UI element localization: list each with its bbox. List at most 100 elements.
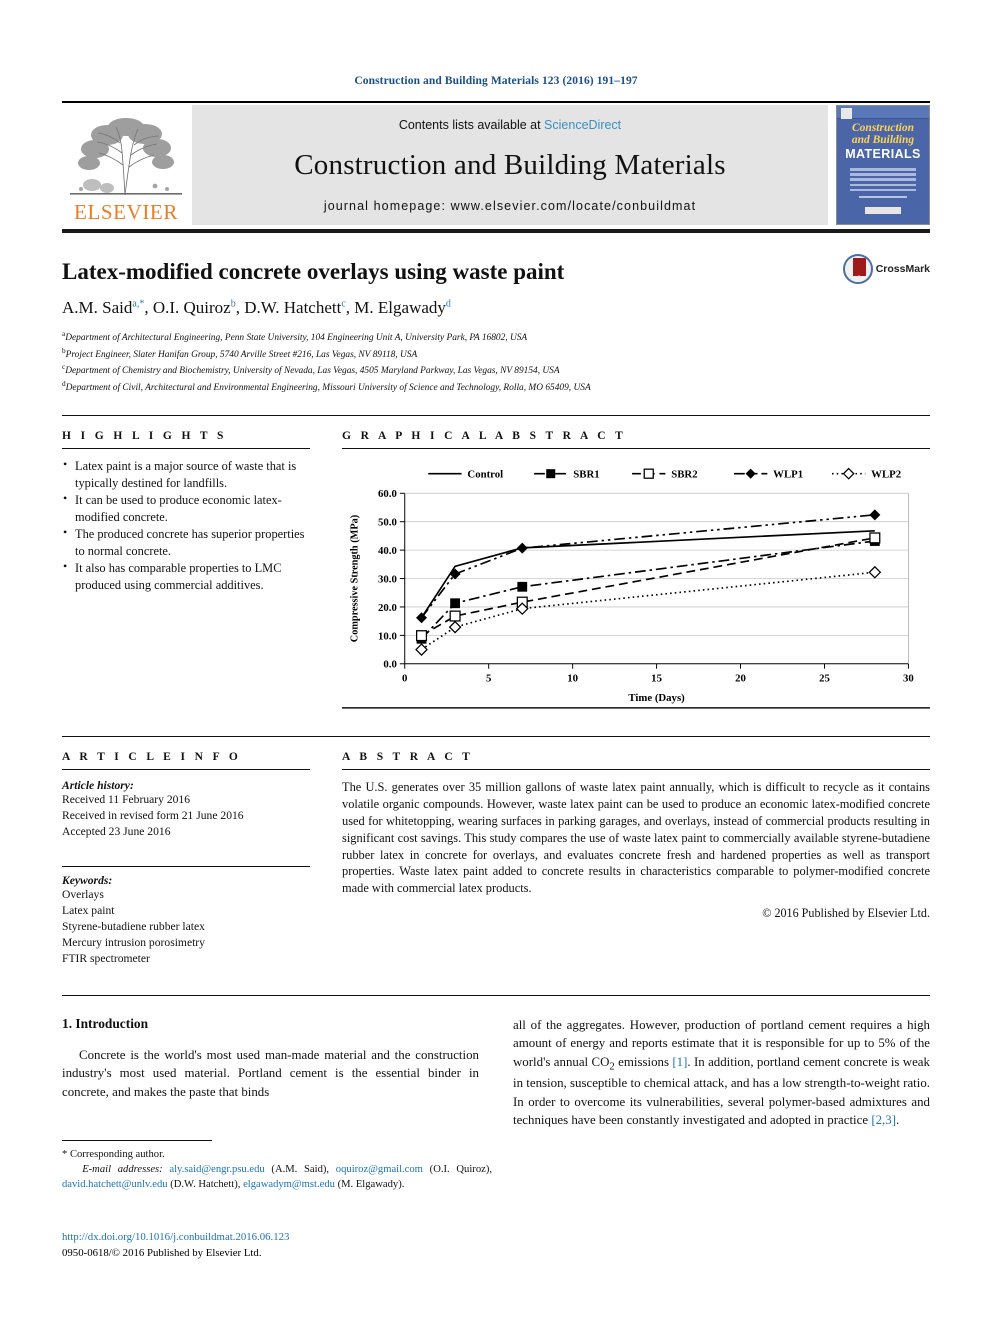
email-owner: (D.W. Hatchett), bbox=[170, 1178, 241, 1190]
author-affil-mark[interactable]: d bbox=[446, 299, 451, 310]
article-info-section: A R T I C L E I N F O Article history: R… bbox=[62, 751, 310, 967]
svg-text:10.0: 10.0 bbox=[378, 631, 397, 643]
svg-text:20.0: 20.0 bbox=[378, 602, 397, 614]
affiliation-text: Department of Chemistry and Biochemistry… bbox=[65, 366, 560, 377]
body-text-4: . bbox=[896, 1113, 900, 1128]
article-body: 1. Introduction Concrete is the world's … bbox=[62, 995, 930, 1129]
abstract-heading: A B S T R A C T bbox=[342, 751, 474, 764]
compressive-strength-chart: 0.0 10.0 20.0 30.0 40.0 50.0 60.0 0 5 10 15 20 25 30 T… bbox=[342, 467, 930, 709]
svg-text:40.0: 40.0 bbox=[378, 545, 397, 557]
section-divider bbox=[342, 769, 930, 771]
email-link[interactable]: elgawadym@mst.edu bbox=[243, 1179, 335, 1190]
highlights-heading: H I G H L I G H T S bbox=[62, 430, 227, 443]
section-divider bbox=[62, 448, 310, 450]
section-heading-introduction: 1. Introduction bbox=[62, 1016, 149, 1032]
svg-text:60.0: 60.0 bbox=[378, 489, 397, 501]
svg-text:50.0: 50.0 bbox=[378, 517, 397, 529]
cover-footer bbox=[837, 196, 929, 219]
svg-text:WLP2: WLP2 bbox=[871, 469, 901, 481]
journal-title: Construction and Building Materials bbox=[294, 149, 726, 181]
citation-ref-2[interactable]: [2,3] bbox=[871, 1113, 896, 1127]
svg-text:0: 0 bbox=[402, 673, 407, 685]
email-owner: (O.I. Quiroz), bbox=[429, 1163, 492, 1175]
graphical-abstract-figure: 0.0 10.0 20.0 30.0 40.0 50.0 60.0 0 5 10 15 20 25 30 T… bbox=[342, 458, 930, 716]
citation-ref-1[interactable]: [1] bbox=[672, 1055, 687, 1069]
list-item: The produced concrete has superior prope… bbox=[62, 525, 310, 559]
article-title-block: CrossMark Latex-modified concrete overla… bbox=[62, 254, 930, 395]
list-item: Latex paint is a major source of waste t… bbox=[62, 457, 310, 491]
footnote-divider bbox=[62, 1140, 212, 1141]
keywords-divider bbox=[62, 866, 310, 868]
body-column-left: 1. Introduction Concrete is the world's … bbox=[62, 1016, 479, 1129]
email-addresses-note: E-mail addresses: aly.said@engr.psu.edu … bbox=[62, 1163, 492, 1193]
svg-text:15: 15 bbox=[651, 673, 662, 685]
highlights-list: Latex paint is a major source of waste t… bbox=[62, 457, 310, 593]
contents-available-line: Contents lists available at ScienceDirec… bbox=[399, 118, 621, 132]
journal-cover-thumbnail[interactable]: Construction and Building MATERIALS bbox=[836, 105, 930, 225]
corresponding-author-note: * Corresponding author. bbox=[62, 1149, 165, 1160]
issn-copyright: 0950-0618/© 2016 Published by Elsevier L… bbox=[62, 1246, 262, 1259]
masthead-center-panel: Contents lists available at ScienceDirec… bbox=[192, 105, 828, 225]
highlights-section: H I G H L I G H T S Latex paint is a maj… bbox=[62, 430, 310, 716]
cover-line-3: MATERIALS bbox=[845, 147, 921, 161]
graphical-abstract-section: G R A P H I C A L A B S T R A C T 0.0 10.… bbox=[342, 430, 930, 716]
body-paragraph: Concrete is the world's most used man-ma… bbox=[62, 1048, 479, 1099]
article-history-item: Accepted 23 June 2016 bbox=[62, 825, 171, 839]
svg-text:WLP1: WLP1 bbox=[773, 469, 803, 481]
author-affil-mark[interactable]: b bbox=[231, 299, 236, 310]
journal-article-page: Construction and Building Materials 123 … bbox=[0, 0, 992, 1323]
svg-text:25: 25 bbox=[819, 673, 830, 685]
elsevier-tree-icon bbox=[70, 118, 182, 196]
keyword-item: Styrene-butadiene rubber latex bbox=[62, 920, 205, 934]
body-paragraph-continued: all of the aggregates. However, producti… bbox=[513, 1016, 930, 1129]
email-owner: (A.M. Said), bbox=[271, 1163, 330, 1175]
author-affil-mark[interactable]: c bbox=[341, 299, 345, 310]
keywords-label: Keywords: bbox=[62, 874, 113, 888]
crossmark-badge[interactable]: CrossMark bbox=[842, 254, 930, 284]
email-link[interactable]: aly.said@engr.psu.edu bbox=[169, 1164, 264, 1175]
svg-text:Time (Days): Time (Days) bbox=[628, 692, 685, 704]
svg-text:Compressive Strength (MPa): Compressive Strength (MPa) bbox=[350, 515, 361, 642]
article-history-label: Article history: bbox=[62, 779, 134, 793]
body-text-2: emissions bbox=[614, 1054, 673, 1069]
elsevier-logo: ELSEVIER bbox=[62, 105, 190, 225]
email-link[interactable]: oquiroz@gmail.com bbox=[336, 1164, 423, 1175]
journal-homepage-link[interactable]: journal homepage: www.elsevier.com/locat… bbox=[324, 199, 696, 213]
svg-text:20: 20 bbox=[735, 673, 746, 685]
section-divider bbox=[342, 448, 930, 450]
author-affil-mark[interactable]: a,* bbox=[132, 299, 144, 310]
svg-text:SBR1: SBR1 bbox=[573, 469, 599, 481]
author-name: M. Elgawady bbox=[354, 298, 446, 318]
page-title: Latex-modified concrete overlays using w… bbox=[62, 259, 565, 284]
author-list: A.M. Saida,*, O.I. Quirozb, D.W. Hatchet… bbox=[62, 298, 451, 318]
cover-blurb-lines bbox=[849, 168, 917, 194]
svg-text:SBR2: SBR2 bbox=[671, 469, 697, 481]
author-0: A.M. Saida,* bbox=[62, 298, 144, 317]
sciencedirect-link[interactable]: ScienceDirect bbox=[544, 118, 621, 132]
author-name: A.M. Said bbox=[62, 298, 133, 318]
affiliation-text: Department of Civil, Architectural and E… bbox=[65, 382, 591, 393]
cover-line-1: Construction bbox=[852, 122, 914, 134]
doi-link[interactable]: http://dx.doi.org/10.1016/j.conbuildmat.… bbox=[62, 1230, 492, 1246]
cover-logo-square bbox=[841, 108, 852, 119]
elsevier-wordmark: ELSEVIER bbox=[74, 200, 178, 224]
masthead-bottom-rule bbox=[62, 229, 930, 233]
svg-text:0.0: 0.0 bbox=[383, 659, 396, 671]
author-2: D.W. Hatchettc bbox=[244, 298, 346, 317]
list-item: It also has comparable properties to LMC… bbox=[62, 559, 310, 593]
affiliation-item: dDepartment of Civil, Architectural and … bbox=[62, 379, 930, 395]
svg-text:30: 30 bbox=[903, 673, 914, 685]
keyword-item: Overlays bbox=[62, 888, 104, 902]
body-column-right: all of the aggregates. However, producti… bbox=[513, 1016, 930, 1129]
email-link[interactable]: david.hatchett@unlv.edu bbox=[62, 1179, 168, 1190]
section-divider bbox=[62, 769, 310, 771]
highlights-and-graphical-abstract: H I G H L I G H T S Latex paint is a maj… bbox=[62, 415, 930, 716]
crossmark-label: CrossMark bbox=[875, 263, 930, 275]
email-owner: (M. Elgawady). bbox=[337, 1178, 405, 1190]
article-history-item: Received 11 February 2016 bbox=[62, 793, 191, 807]
affiliation-text: Project Engineer, Slater Hanifan Group, … bbox=[65, 350, 418, 361]
footnote-block: * Corresponding author. E-mail addresses… bbox=[62, 1140, 492, 1192]
running-head: Construction and Building Materials 123 … bbox=[354, 75, 638, 87]
affiliation-item: cDepartment of Chemistry and Biochemistr… bbox=[62, 362, 930, 378]
